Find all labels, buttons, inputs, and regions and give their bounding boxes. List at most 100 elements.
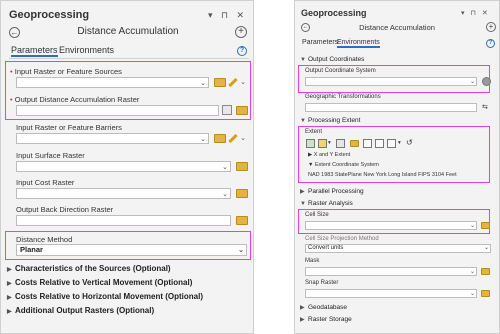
param-label-barriers: Input Raster or Feature Barriers [16, 123, 122, 132]
geoprocessing-pane-environments: Geoprocessing ▾ ⊓ ✕ ← Distance Accumulat… [294, 0, 500, 334]
section-vertical-costs[interactable]: ▶ Costs Relative to Vertical Movement (Op… [7, 278, 192, 287]
ocs-label: Output Coordinate System [305, 68, 376, 74]
chevron-down-icon[interactable]: ⌄ [199, 135, 207, 143]
section-geodatabase[interactable]: ▶ Geodatabase [300, 304, 347, 311]
param-label-surface: Input Surface Raster [16, 151, 85, 160]
cell-size-label: Cell Size [305, 212, 329, 218]
chevron-right-icon: ▶ [7, 267, 12, 273]
help-icon[interactable]: ? [486, 39, 495, 48]
layer-extent-icon[interactable] [318, 139, 327, 148]
add-icon[interactable]: + [235, 26, 247, 38]
output-distance-field[interactable] [16, 105, 219, 116]
folder-icon[interactable] [481, 268, 490, 275]
chevron-right-icon: ▶ [7, 295, 12, 301]
section-horizontal-costs[interactable]: ▶ Costs Relative to Horizontal Movement (… [7, 292, 203, 301]
barriers-field[interactable]: ⌄ [16, 133, 209, 144]
pane-title: Geoprocessing [301, 8, 367, 18]
projection-method-value: Convert units [308, 245, 344, 251]
tab-parameters[interactable]: Parameters [11, 45, 58, 57]
section-parallel-processing[interactable]: ▶ Parallel Processing [300, 188, 364, 195]
chevron-down-icon[interactable]: ⌄ [483, 245, 490, 252]
folder-icon[interactable] [214, 134, 226, 143]
cost-raster-field[interactable]: ⌄ [16, 188, 231, 199]
section-processing-extent[interactable]: ▼ Processing Extent [300, 117, 360, 124]
chevron-down-icon: ▼ [300, 57, 306, 63]
chevron-down-icon[interactable]: ⌄ [469, 222, 476, 229]
xy-extent-toggle[interactable]: ▶ X and Y Extent [308, 152, 350, 158]
pane-title: Geoprocessing [9, 9, 90, 21]
copy-icon[interactable] [363, 139, 372, 148]
dropdown-arrow-icon[interactable]: ▾ [328, 140, 331, 146]
tab-environments[interactable]: Environments [337, 39, 380, 48]
ecs-value: NAD 1983 StatePlane New York Long Island… [308, 172, 457, 178]
section-raster-analysis[interactable]: ▼ Raster Analysis [300, 200, 353, 207]
database-icon[interactable] [222, 105, 232, 115]
pencil-icon[interactable] [228, 133, 238, 144]
chevron-down-icon[interactable]: ⌄ [469, 268, 476, 275]
chevron-down-icon: ▼ [300, 201, 306, 207]
back-direction-field[interactable] [16, 215, 231, 226]
projection-method-label: Cell Size Projection Method [305, 236, 379, 242]
section-output-coordinates[interactable]: ▼ Output Coordinates [300, 56, 364, 63]
chevron-down-icon[interactable]: ⌄ [199, 79, 207, 87]
chevron-down-icon: ▼ [308, 162, 315, 168]
folder-icon[interactable] [236, 216, 248, 225]
tab-divider [9, 58, 249, 59]
chevron-right-icon: ▶ [300, 189, 305, 195]
help-icon[interactable]: ? [237, 46, 247, 56]
section-characteristics[interactable]: ▶ Characteristics of the Sources (Optiona… [7, 264, 171, 273]
section-raster-storage[interactable]: ▶ Raster Storage [300, 316, 352, 323]
chevron-down-icon: ▼ [300, 118, 306, 124]
chevron-down-icon[interactable]: ⌄ [239, 134, 247, 142]
folder-icon[interactable] [481, 222, 490, 229]
clear-extent-icon[interactable] [387, 139, 396, 148]
back-arrow-icon[interactable]: ← [301, 23, 310, 32]
pane-window-controls-icon[interactable]: ▾ ⊓ ✕ [208, 10, 247, 21]
swap-icon[interactable]: ⇆ [482, 103, 488, 111]
folder-icon[interactable] [236, 189, 248, 198]
distance-method-value: Planar [20, 245, 43, 254]
dropdown-arrow-icon[interactable]: ▾ [398, 140, 401, 146]
gt-field[interactable] [305, 103, 477, 112]
param-label-input-sources: • Input Raster or Feature Sources [10, 67, 122, 76]
browse-extent-icon[interactable] [336, 139, 345, 148]
extent-label: Extent [305, 129, 323, 135]
section-additional-outputs[interactable]: ▶ Additional Output Rasters (Optional) [7, 306, 154, 315]
projection-method-select[interactable]: Convert units ⌄ [305, 244, 491, 253]
ecs-toggle[interactable]: ▼ Extent Coordinate System [308, 162, 379, 168]
paste-icon[interactable] [375, 139, 384, 148]
mask-field[interactable]: ⌄ [305, 267, 477, 276]
tab-environments[interactable]: Environments [59, 45, 114, 55]
pane-window-controls-icon[interactable]: ▾ ⊓ ✕ [461, 9, 490, 17]
map-extent-icon[interactable] [306, 139, 315, 148]
surface-raster-field[interactable]: ⌄ [16, 161, 231, 172]
folder-icon[interactable] [214, 78, 226, 87]
folder-icon[interactable] [481, 290, 490, 297]
chevron-down-icon[interactable]: ⌄ [239, 78, 247, 86]
tool-title: Distance Accumulation [359, 23, 435, 32]
reset-icon[interactable]: ↺ [406, 138, 413, 147]
chevron-down-icon[interactable]: ⌄ [221, 163, 229, 171]
globe-icon[interactable] [482, 77, 491, 86]
chevron-down-icon[interactable]: ⌄ [469, 290, 476, 297]
input-sources-field[interactable]: ⌄ [16, 77, 209, 88]
gt-label: Geographic Transformations [305, 94, 381, 100]
distance-method-select[interactable]: Planar ⌄ [16, 244, 247, 256]
chevron-right-icon: ▶ [7, 309, 12, 315]
tab-parameters[interactable]: Parameters [302, 39, 338, 46]
tool-title: Distance Accumulation [77, 26, 179, 37]
mask-label: Mask [305, 258, 320, 264]
folder-icon[interactable] [236, 162, 248, 171]
ocs-select[interactable]: ⌄ [305, 77, 477, 86]
add-icon[interactable]: + [486, 22, 496, 32]
cell-size-select[interactable]: ⌄ [305, 221, 477, 230]
back-arrow-icon[interactable]: ← [9, 27, 20, 38]
folder-icon[interactable] [236, 106, 248, 115]
param-label-back-direction: Output Back Direction Raster [16, 205, 114, 214]
chevron-down-icon[interactable]: ⌄ [469, 78, 476, 85]
folder-icon[interactable] [350, 140, 359, 147]
chevron-right-icon: ▶ [7, 281, 12, 287]
snap-raster-field[interactable]: ⌄ [305, 289, 477, 298]
chevron-down-icon[interactable]: ⌄ [237, 246, 245, 256]
chevron-down-icon[interactable]: ⌄ [221, 190, 229, 198]
